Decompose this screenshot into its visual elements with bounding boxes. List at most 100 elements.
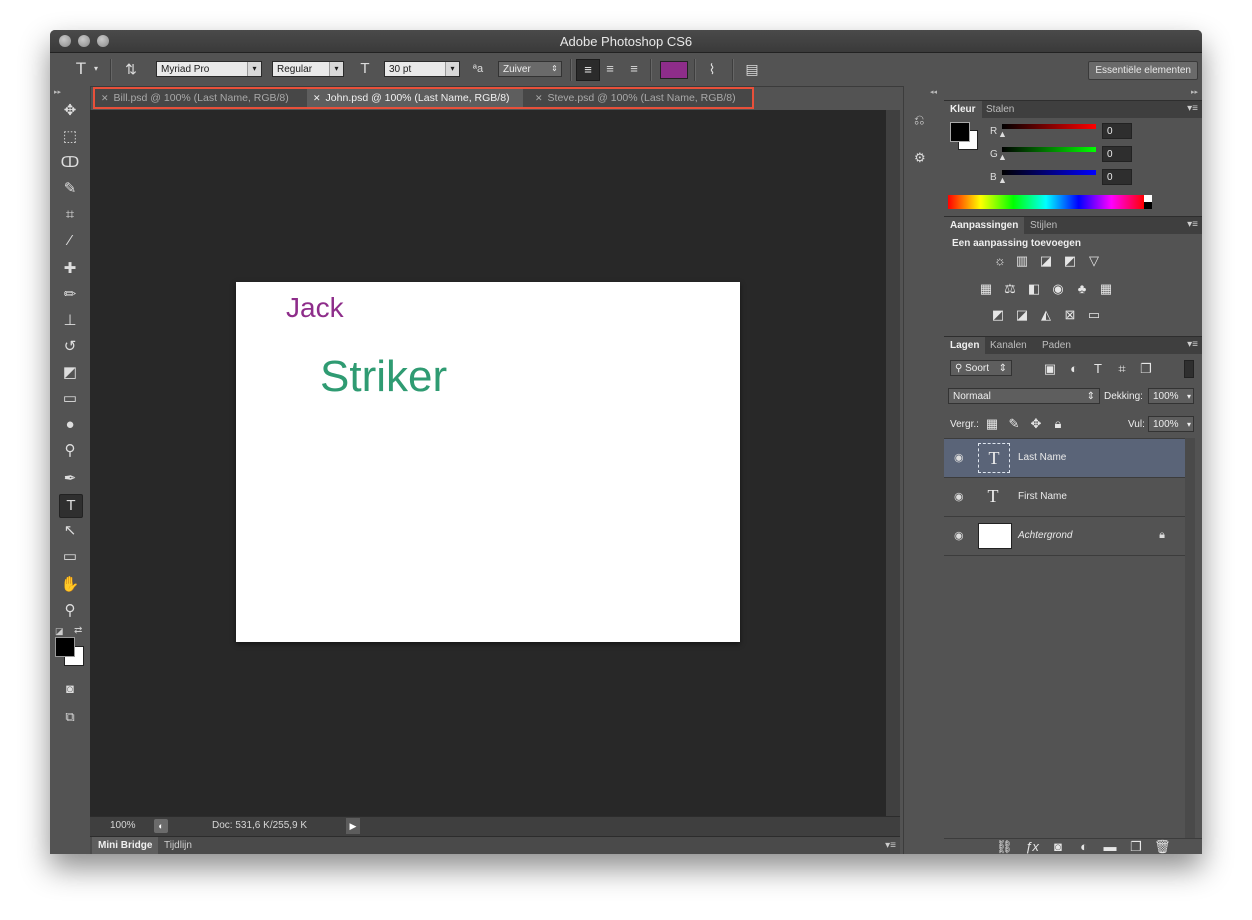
crop-tool-icon[interactable]: ⌗ (59, 204, 81, 226)
red-slider[interactable] (1002, 124, 1096, 129)
zoom-level[interactable]: 100% (110, 820, 136, 831)
filter-smart-object-icon[interactable]: ❐ (1138, 362, 1154, 376)
color-lookup-icon[interactable]: ▦ (1098, 282, 1114, 296)
levels-icon[interactable]: ▥ (1014, 254, 1030, 268)
lasso-tool-icon[interactable]: ↀ (59, 152, 81, 174)
slider-handle-icon[interactable]: ▲ (998, 129, 1007, 139)
tab-styles[interactable]: Stijlen (1024, 217, 1063, 234)
character-panel-icon[interactable]: ▤ (742, 61, 762, 77)
quick-mask-icon[interactable]: ◙ (59, 678, 81, 700)
eye-icon[interactable]: ◉ (954, 451, 964, 464)
blue-value[interactable]: 0 (1102, 169, 1132, 185)
filter-type-icon[interactable]: T (1090, 362, 1106, 376)
red-value[interactable]: 0 (1102, 123, 1132, 139)
screen-mode-icon[interactable]: ⧉ (59, 706, 81, 728)
tab-channels[interactable]: Kanalen (984, 337, 1033, 354)
close-icon[interactable]: ✕ (313, 93, 321, 103)
filter-adjustment-icon[interactable]: ◐ (1066, 362, 1082, 376)
play-icon[interactable]: ▶ (346, 818, 360, 834)
document-canvas[interactable]: Jack Striker (236, 282, 740, 642)
tab-mini-bridge[interactable]: Mini Bridge (92, 837, 159, 854)
tab-swatches[interactable]: Stalen (980, 101, 1020, 118)
photo-filter-icon[interactable]: ◉ (1050, 282, 1066, 296)
layers-scrollbar[interactable] (1185, 438, 1195, 838)
properties-panel-icon[interactable]: ⚙ (914, 150, 926, 166)
tab-john[interactable]: ✕ John.psd @ 100% (Last Name, RGB/8) (307, 89, 523, 107)
slider-handle-icon[interactable]: ▲ (998, 175, 1007, 185)
layer-first-name[interactable]: ◉ T First Name (944, 478, 1185, 517)
tab-adjustments[interactable]: Aanpassingen (944, 217, 1025, 234)
brightness-contrast-icon[interactable]: ☼ (992, 254, 1008, 268)
fx-icon[interactable]: ƒx (1024, 840, 1040, 854)
workspace-button[interactable]: Essentiële elementen (1088, 61, 1198, 80)
antialias-select[interactable]: Zuiver ⇕ (498, 61, 562, 77)
filter-shape-icon[interactable]: ⌗ (1114, 362, 1130, 376)
rectangle-tool-icon[interactable]: ▭ (59, 546, 81, 568)
tab-timeline[interactable]: Tijdlijn (158, 837, 198, 854)
fill-field[interactable]: 100% ▾ (1148, 416, 1194, 432)
tab-paths[interactable]: Paden (1036, 337, 1077, 354)
lock-position-icon[interactable]: ✥ (1028, 417, 1044, 431)
default-colors-icon[interactable]: ◪ (55, 626, 64, 637)
type-tool-icon[interactable]: T (59, 494, 83, 518)
blue-slider[interactable] (1002, 170, 1096, 175)
eye-icon[interactable]: ◉ (954, 490, 964, 503)
tab-layers[interactable]: Lagen (944, 337, 986, 354)
tab-color[interactable]: Kleur (944, 101, 982, 118)
foreground-color-swatch[interactable] (950, 122, 970, 142)
panel-menu-icon[interactable]: ▾≡ (1187, 219, 1198, 230)
eraser-tool-icon[interactable]: ◩ (59, 362, 81, 384)
collapse-icon[interactable]: ▸▸ (54, 88, 61, 96)
close-icon[interactable]: ✕ (101, 93, 109, 103)
slider-handle-icon[interactable]: ▲ (998, 152, 1007, 162)
font-family-select[interactable]: Myriad Pro ▾ (156, 61, 262, 77)
align-left-button[interactable]: ≡ (576, 59, 600, 81)
tab-bill[interactable]: ✕ Bill.psd @ 100% (Last Name, RGB/8) (95, 89, 299, 107)
lock-pixels-icon[interactable]: ✎ (1006, 417, 1022, 431)
dodge-tool-icon[interactable]: ⚲ (59, 440, 81, 462)
chevron-down-icon[interactable]: ▾ (92, 61, 100, 77)
color-spectrum-ramp[interactable] (948, 195, 1144, 209)
exposure-icon[interactable]: ◩ (1062, 254, 1078, 268)
move-tool-icon[interactable]: ✥ (59, 100, 81, 122)
green-value[interactable]: 0 (1102, 146, 1132, 162)
share-icon[interactable]: ◐ (154, 819, 168, 833)
filter-pixel-icon[interactable]: ▣ (1042, 362, 1058, 376)
white-swatch[interactable] (1144, 195, 1152, 202)
eyedropper-tool-icon[interactable]: ⁄ (59, 230, 81, 252)
font-style-select[interactable]: Regular ▾ (272, 61, 344, 77)
eye-icon[interactable]: ◉ (954, 529, 964, 542)
close-icon[interactable]: ✕ (535, 93, 543, 103)
opacity-field[interactable]: 100% ▾ (1148, 388, 1194, 404)
healing-brush-tool-icon[interactable]: ✚ (59, 258, 81, 280)
layer-background[interactable]: ◉ Achtergrond 🔒︎ (944, 517, 1185, 556)
selective-color-icon[interactable]: ⊠ (1062, 308, 1078, 322)
brush-tool-icon[interactable]: ✏ (59, 284, 81, 306)
vertical-scrollbar[interactable] (886, 110, 900, 816)
clone-stamp-tool-icon[interactable]: ⊥ (59, 310, 81, 332)
green-slider[interactable] (1002, 147, 1096, 152)
history-brush-tool-icon[interactable]: ↺ (59, 336, 81, 358)
font-size-select[interactable]: 30 pt ▾ (384, 61, 460, 77)
color-balance-icon[interactable]: ⚖ (1002, 282, 1018, 296)
foreground-color-swatch[interactable] (55, 637, 75, 657)
quick-selection-tool-icon[interactable]: ✎ (59, 178, 81, 200)
last-name-text[interactable]: Striker (320, 352, 447, 402)
history-panel-icon[interactable]: ⎌ (914, 112, 924, 128)
zoom-tool-icon[interactable]: ⚲ (59, 600, 81, 622)
panel-menu-icon[interactable]: ▾≡ (1187, 339, 1198, 350)
filter-kind-select[interactable]: ⚲ Soort ⇕ (950, 360, 1012, 376)
hue-saturation-icon[interactable]: ▦ (978, 282, 994, 296)
add-mask-icon[interactable]: ◙ (1050, 840, 1066, 854)
vibrance-icon[interactable]: ▽ (1086, 254, 1102, 268)
new-layer-icon[interactable]: ❐ (1128, 840, 1144, 854)
first-name-text[interactable]: Jack (286, 292, 344, 324)
lock-transparency-icon[interactable]: ▦ (984, 417, 1000, 431)
expand-icon[interactable]: ◂◂ (930, 88, 937, 96)
path-selection-tool-icon[interactable]: ↖ (59, 520, 81, 542)
align-right-button[interactable]: ≡ (626, 61, 642, 77)
toggle-text-orientation-icon[interactable]: ⇅ (120, 61, 142, 77)
invert-icon[interactable]: ◩ (990, 308, 1006, 322)
blur-tool-icon[interactable]: ● (59, 414, 81, 436)
text-color-swatch[interactable] (660, 61, 688, 79)
